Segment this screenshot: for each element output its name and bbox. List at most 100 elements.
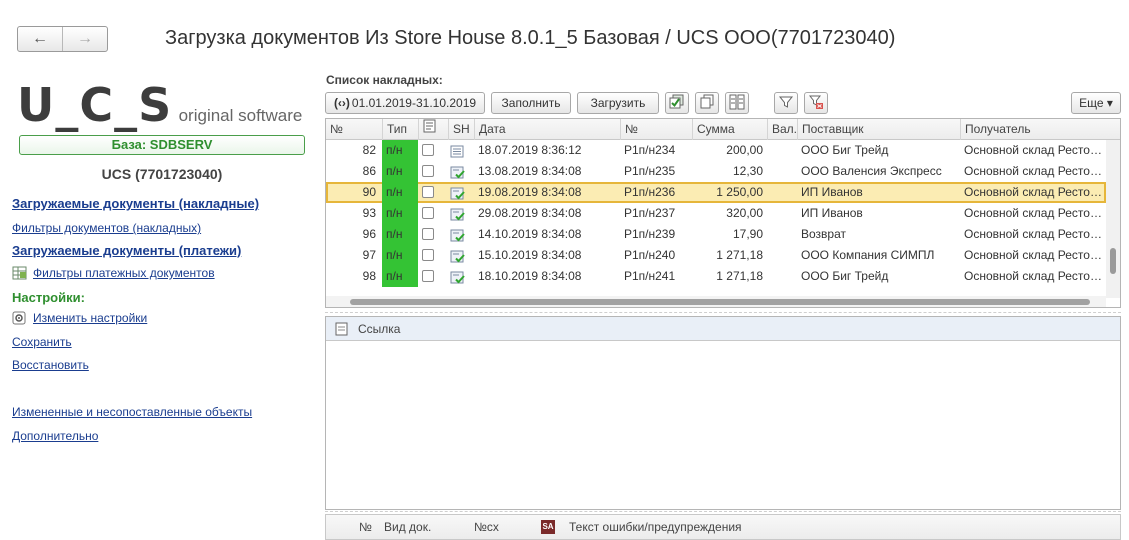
col-type[interactable]: Тип	[382, 119, 418, 140]
cell-sh	[450, 161, 472, 182]
cell-type: п/н	[382, 182, 418, 203]
err-col-text[interactable]: Текст ошибки/предупреждения	[569, 520, 742, 534]
row-checkbox[interactable]	[422, 140, 442, 161]
link-restore[interactable]: Восстановить	[12, 358, 89, 372]
col-currency[interactable]: Вал.	[767, 119, 797, 140]
col-checkbox[interactable]	[418, 119, 441, 140]
back-button[interactable]: ←	[18, 27, 62, 51]
link-loaded-invoices[interactable]: Загружаемые документы (накладные)	[12, 196, 259, 211]
cell-type: п/н	[382, 161, 418, 182]
cell-type: п/н	[382, 140, 418, 161]
check-all-button[interactable]	[665, 92, 689, 114]
database-label: База: SDBSERV	[19, 135, 305, 155]
cell-number: 86	[362, 164, 376, 178]
table-row[interactable]: 93 п/н 29.08.2019 8:34:08 Р1п/н237 320,00 ИП …	[326, 203, 1106, 224]
doc-check-icon	[450, 186, 465, 203]
row-checkbox[interactable]	[422, 203, 442, 224]
period-button[interactable]: (‹›) 01.01.2019-31.10.2019	[325, 92, 485, 114]
cell-doc-number: Р1п/н239	[624, 227, 676, 241]
col-date[interactable]: Дата	[474, 119, 620, 140]
vertical-scrollbar[interactable]	[1106, 140, 1120, 298]
splitter-top[interactable]	[325, 312, 1121, 313]
cell-sum: 17,90	[732, 227, 763, 241]
col-doc-number[interactable]: №	[620, 119, 692, 140]
link-header: Ссылка	[326, 317, 1120, 341]
splitter-bottom[interactable]	[325, 511, 1121, 512]
table-row[interactable]: 86 п/н 13.08.2019 8:34:08 Р1п/н235 12,30 ООО …	[326, 161, 1106, 182]
horizontal-scrollbar[interactable]	[326, 296, 1106, 307]
row-checkbox[interactable]	[422, 245, 442, 266]
row-checkbox[interactable]	[422, 182, 442, 203]
clear-filter-button[interactable]	[804, 92, 828, 114]
cell-doc-number: Р1п/н237	[624, 206, 676, 220]
filter-button[interactable]	[774, 92, 798, 114]
checkbox-icon[interactable]	[422, 207, 434, 219]
cell-type: п/н	[382, 203, 418, 224]
col-sum[interactable]: Сумма	[692, 119, 767, 140]
cell-currency	[767, 140, 797, 161]
load-button[interactable]: Загрузить	[577, 92, 659, 114]
doc-check-icon	[450, 165, 465, 182]
list-toolbar: (‹›) 01.01.2019-31.10.2019 Заполнить Заг…	[325, 92, 1121, 116]
checkbox-icon[interactable]	[422, 186, 434, 198]
col-recipient[interactable]: Получатель	[960, 119, 1120, 140]
cell-number: 82	[362, 143, 376, 157]
vertical-scroll-thumb[interactable]	[1110, 248, 1116, 274]
cell-sum: 1 250,00	[716, 185, 763, 199]
doc-check-icon	[450, 228, 465, 245]
row-checkbox[interactable]	[422, 266, 442, 287]
col-sh[interactable]: SH	[448, 119, 472, 140]
checkbox-icon[interactable]	[422, 144, 434, 156]
err-col-doc-type[interactable]: Вид док.	[384, 520, 431, 534]
cell-sum: 1 271,18	[716, 248, 763, 262]
col-number[interactable]: №	[326, 119, 376, 140]
copy-button[interactable]	[695, 92, 719, 114]
cell-supplier: ООО Биг Трейд	[801, 269, 889, 283]
cell-sh	[450, 182, 472, 203]
settings-gear-icon	[12, 311, 28, 325]
checkbox-icon[interactable]	[422, 228, 434, 240]
checkbox-icon[interactable]	[422, 165, 434, 177]
copy-icon	[699, 94, 715, 113]
invoice-table: № Тип SH Дата № Сумма Вал. Поставщик Пол…	[325, 118, 1121, 308]
table-row[interactable]: 82 п/н 18.07.2019 8:36:12 Р1п/н234 200,00 ООО…	[326, 140, 1106, 161]
cell-currency	[767, 161, 797, 182]
list-title: Список накладных:	[326, 73, 443, 87]
forward-button[interactable]: →	[62, 27, 107, 51]
navigation-buttons: ← →	[17, 26, 108, 52]
err-col-number[interactable]: №	[359, 520, 372, 534]
more-button[interactable]: Еще ▾	[1071, 92, 1121, 114]
cell-currency	[767, 203, 797, 224]
logo-sub-text: original software	[178, 106, 303, 125]
link-doc-icon	[335, 322, 348, 339]
fill-button[interactable]: Заполнить	[491, 92, 571, 114]
link-changed-objects[interactable]: Измененные и несопоставленные объекты	[12, 405, 252, 419]
cell-recipient: Основной склад Ресторан	[964, 269, 1106, 283]
link-payment-filters-label: Фильтры платежных документов	[33, 266, 215, 280]
row-checkbox[interactable]	[422, 224, 442, 245]
columns-button[interactable]	[725, 92, 749, 114]
row-checkbox[interactable]	[422, 161, 442, 182]
link-save[interactable]: Сохранить	[12, 335, 72, 349]
link-change-settings[interactable]: Изменить настройки	[12, 311, 147, 325]
col-supplier[interactable]: Поставщик	[797, 119, 960, 140]
link-payment-filters[interactable]: Фильтры платежных документов	[12, 266, 215, 280]
table-header: № Тип SH Дата № Сумма Вал. Поставщик Пол…	[326, 119, 1120, 140]
checkbox-icon[interactable]	[422, 270, 434, 282]
cell-recipient: Основной склад Ресторан	[964, 206, 1106, 220]
table-row[interactable]: 98 п/н 18.10.2019 8:34:08 Р1п/н241 1 271,18 О…	[326, 266, 1106, 287]
cell-date: 15.10.2019 8:34:08	[478, 248, 582, 262]
table-filter-icon	[12, 266, 28, 280]
table-row[interactable]: 96 п/н 14.10.2019 8:34:08 Р1п/н239 17,90 Возв…	[326, 224, 1106, 245]
horizontal-scroll-thumb[interactable]	[350, 299, 1090, 305]
link-invoice-filters[interactable]: Фильтры документов (накладных)	[12, 221, 201, 235]
link-label: Ссылка	[358, 322, 401, 336]
table-row[interactable]: 97 п/н 15.10.2019 8:34:08 Р1п/н240 1 271,18 О…	[326, 245, 1106, 266]
cell-type: п/н	[382, 224, 418, 245]
sa-icon: SA	[541, 520, 555, 534]
link-loaded-payments[interactable]: Загружаемые документы (платежи)	[12, 243, 241, 258]
table-row[interactable]: 90 п/н 19.08.2019 8:34:08 Р1п/н236 1 250,00 И…	[326, 182, 1106, 203]
checkbox-icon[interactable]	[422, 249, 434, 261]
link-additional[interactable]: Дополнительно	[12, 429, 98, 443]
err-col-scheme-number[interactable]: №сх	[474, 520, 499, 534]
